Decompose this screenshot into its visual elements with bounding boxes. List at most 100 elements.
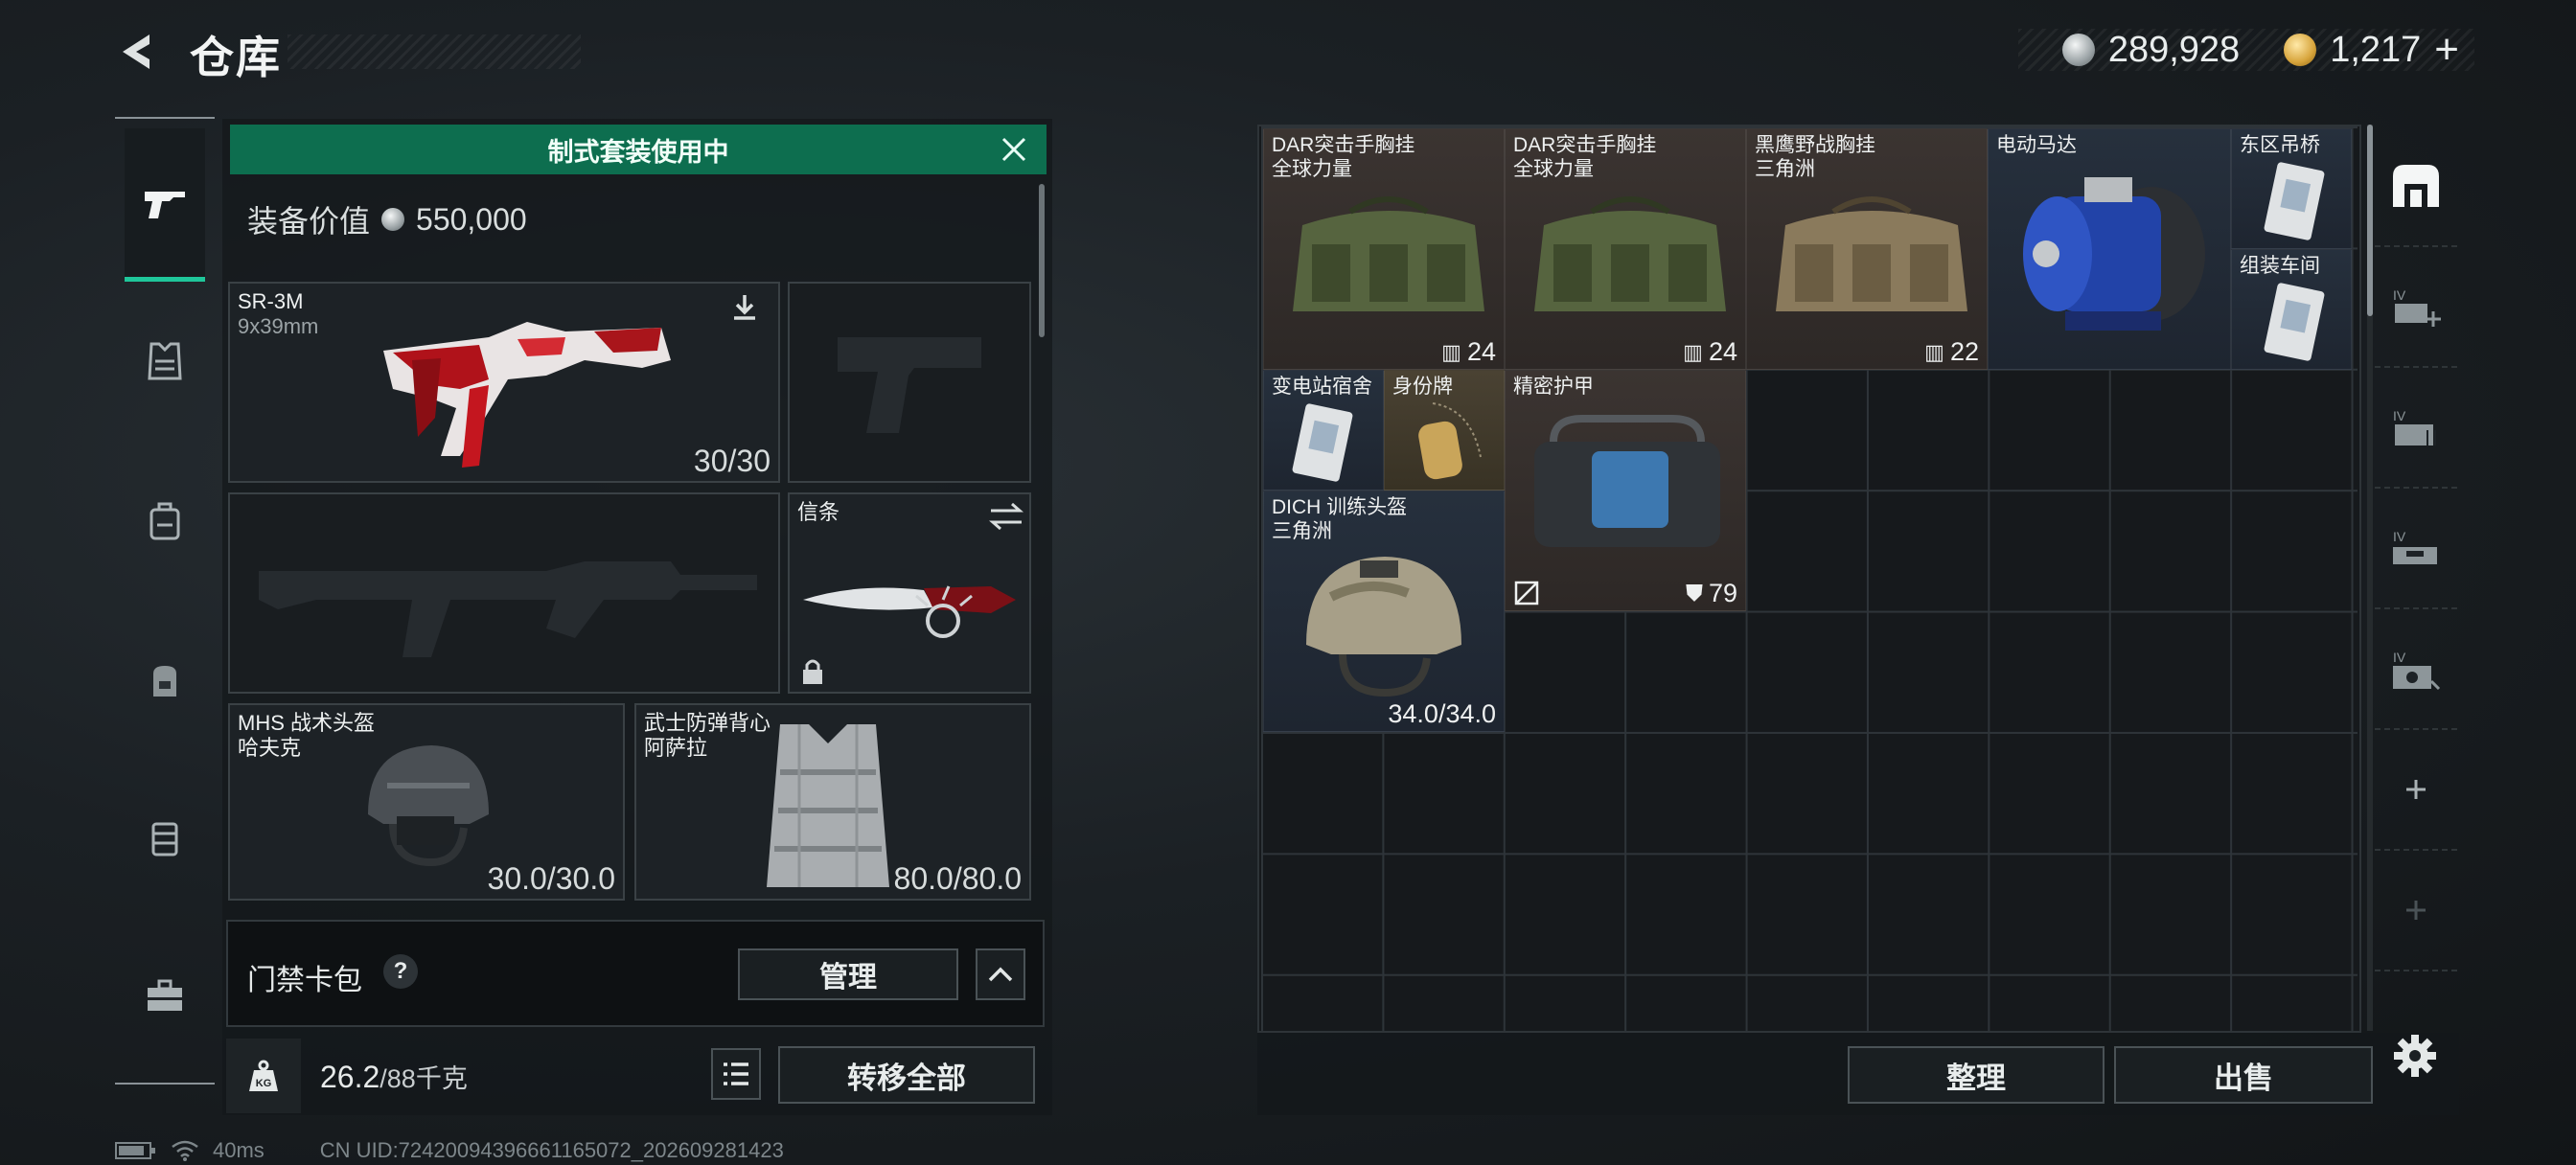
nav-backpack[interactable]	[125, 607, 205, 751]
weight-text: 26.2/88千克	[320, 1058, 468, 1095]
item-name: 组装车间	[2240, 255, 2320, 277]
expand-button[interactable]	[976, 948, 1025, 1000]
rifle-silhouette-icon	[259, 561, 757, 657]
item-name: 东区吊桥	[2240, 134, 2320, 156]
close-banner-button[interactable]	[995, 130, 1033, 169]
warehouse-icon	[2393, 165, 2439, 207]
toolbox-icon	[148, 979, 182, 1011]
sidearm-slot[interactable]	[788, 282, 1031, 483]
primary-weapon-caliber: 9x39mm	[238, 314, 319, 338]
nav-chest-rig[interactable]	[125, 449, 205, 593]
stash-scrollbar[interactable]	[2367, 125, 2373, 1031]
transfer-all-button[interactable]: 转移全部	[778, 1046, 1035, 1104]
weight-max: /88千克	[380, 1064, 468, 1093]
stash-item-dar-rig-2[interactable]: DAR突击手胸挂 全球力量 ▥ 24	[1505, 128, 1746, 370]
wifi-icon	[172, 1140, 198, 1161]
armor-name: 武士防弹背心	[644, 711, 771, 735]
tab-stash-expand-4[interactable]: IV	[2375, 609, 2457, 730]
svg-text:IV: IV	[2393, 529, 2406, 544]
item-name: DAR突击手胸挂	[1272, 134, 1415, 156]
body-armor-slot[interactable]: 武士防弹背心 阿萨拉 80.0/80.0	[634, 703, 1031, 901]
stash-item-blackhawk-rig[interactable]: 黑鹰野战胸挂 三角洲 ▥ 22	[1746, 128, 1988, 370]
motor-image	[2023, 177, 2205, 331]
armor-case-image	[1534, 415, 1720, 547]
list-icon	[724, 1062, 748, 1085]
back-arrow-icon	[123, 34, 150, 69]
vest-image	[767, 724, 889, 887]
item-name: 变电站宿舍	[1272, 376, 1372, 398]
loadout-scrollbar[interactable]	[1039, 184, 1045, 337]
silver-amount: 289,928	[2107, 29, 2241, 70]
primary-weapon-slot[interactable]: SR-3M 9x39mm 30/30	[228, 282, 780, 483]
gold-coin-icon	[2284, 34, 2317, 66]
stash-item-keycard-substation-dorm[interactable]: 变电站宿舍	[1263, 370, 1384, 491]
nav-weapons[interactable]	[125, 128, 205, 282]
settings-button[interactable]	[2386, 1027, 2444, 1085]
gear-icon	[2394, 1035, 2436, 1077]
tab-add-stash-disabled	[2375, 851, 2457, 971]
nav-armor[interactable]	[125, 289, 205, 433]
stash-item-precision-armor[interactable]: 精密护甲 ⛊ 79	[1505, 370, 1746, 611]
helmet-slot[interactable]: MHS 战术头盔 哈夫克 30.0/30.0	[228, 703, 625, 901]
sell-button[interactable]: 出售	[2114, 1046, 2373, 1104]
stash-item-dich-helmet[interactable]: DICH 训练头盔 三角洲 34.0/34.0	[1263, 491, 1505, 732]
ping-text: 40ms	[213, 1138, 264, 1162]
item-durability: 34.0/34.0	[1388, 699, 1496, 728]
secondary-weapon-slot[interactable]	[228, 492, 780, 694]
svg-text:IV: IV	[2393, 287, 2406, 303]
left-nav	[115, 117, 215, 1085]
chest-rig-icon	[150, 502, 180, 540]
melee-name: 信条	[797, 500, 840, 524]
list-view-button[interactable]	[711, 1048, 761, 1100]
help-button[interactable]: ?	[383, 954, 418, 989]
item-sub: 全球力量	[1513, 158, 1594, 180]
item-name: 黑鹰野战胸挂	[1755, 134, 1875, 156]
manage-button[interactable]: 管理	[738, 948, 958, 1000]
item-capacity-value: 24	[1466, 337, 1496, 366]
stash-item-electric-motor[interactable]: 电动马达	[1988, 128, 2231, 370]
tab-stash-expand-2[interactable]: IV	[2375, 368, 2457, 489]
chest-rig-image	[1293, 196, 1484, 311]
armor-durability: 80.0/80.0	[893, 861, 1022, 896]
item-name: 精密护甲	[1513, 376, 1594, 398]
keycard-pack-bar: 门禁卡包 ? 管理	[226, 920, 1045, 1027]
weight-current: 26.2	[320, 1060, 380, 1094]
stash-item-dog-tag[interactable]: 身份牌	[1384, 370, 1505, 491]
tab-stash-expand-3[interactable]: IV	[2375, 489, 2457, 609]
nav-toolbox[interactable]	[125, 924, 205, 1067]
tactical-helmet-image	[368, 745, 489, 867]
stash-item-dar-rig-1[interactable]: DAR突击手胸挂 全球力量 ▥ 24	[1263, 128, 1505, 370]
item-capacity: ▥ 24	[1441, 337, 1496, 367]
suit-banner: 制式套装使用中	[230, 125, 1046, 174]
tab-add-stash[interactable]	[2375, 730, 2457, 851]
item-capacity-value: 24	[1708, 337, 1737, 366]
stash-tabs: IV IV IV IV	[2375, 126, 2457, 1031]
no-repair-icon	[1514, 581, 1539, 605]
melee-slot[interactable]: 信条	[788, 492, 1031, 694]
swap-icon[interactable]	[989, 502, 1024, 531]
gold-amount: 1,217	[2330, 29, 2422, 70]
pouch-icon	[151, 822, 178, 857]
download-icon[interactable]	[728, 291, 761, 324]
nav-pouch[interactable]	[125, 765, 205, 909]
add-gold-button[interactable]: +	[2434, 29, 2459, 71]
capacity-icon: ▥	[1924, 339, 1944, 364]
weight-icon: KG	[249, 1060, 278, 1091]
shield-icon: ⛊	[1685, 580, 1703, 606]
stash-item-keycard-assembly-workshop[interactable]: 组装车间	[2231, 249, 2352, 370]
item-name: 身份牌	[1392, 376, 1453, 398]
tab-main-stash[interactable]	[2375, 126, 2457, 247]
helmet-sub: 哈夫克	[238, 736, 302, 760]
silver-coin-icon	[381, 208, 405, 231]
keycard-pack-label: 门禁卡包	[247, 965, 362, 996]
stash-item-keycard-east-bridge[interactable]: 东区吊桥	[2231, 128, 2352, 249]
tab-stash-expand-1[interactable]: IV	[2375, 247, 2457, 368]
backpack-icon	[153, 666, 176, 697]
back-button[interactable]	[113, 27, 163, 77]
stash-expand-icon: IV	[2393, 287, 2441, 327]
keycard-image	[2264, 162, 2325, 240]
uid-text: CN UID:7242009439666116507​2_20260928142…	[319, 1138, 784, 1162]
sort-button[interactable]: 整理	[1848, 1046, 2104, 1104]
weight-indicator: KG	[226, 1039, 301, 1113]
close-icon	[1001, 137, 1026, 162]
